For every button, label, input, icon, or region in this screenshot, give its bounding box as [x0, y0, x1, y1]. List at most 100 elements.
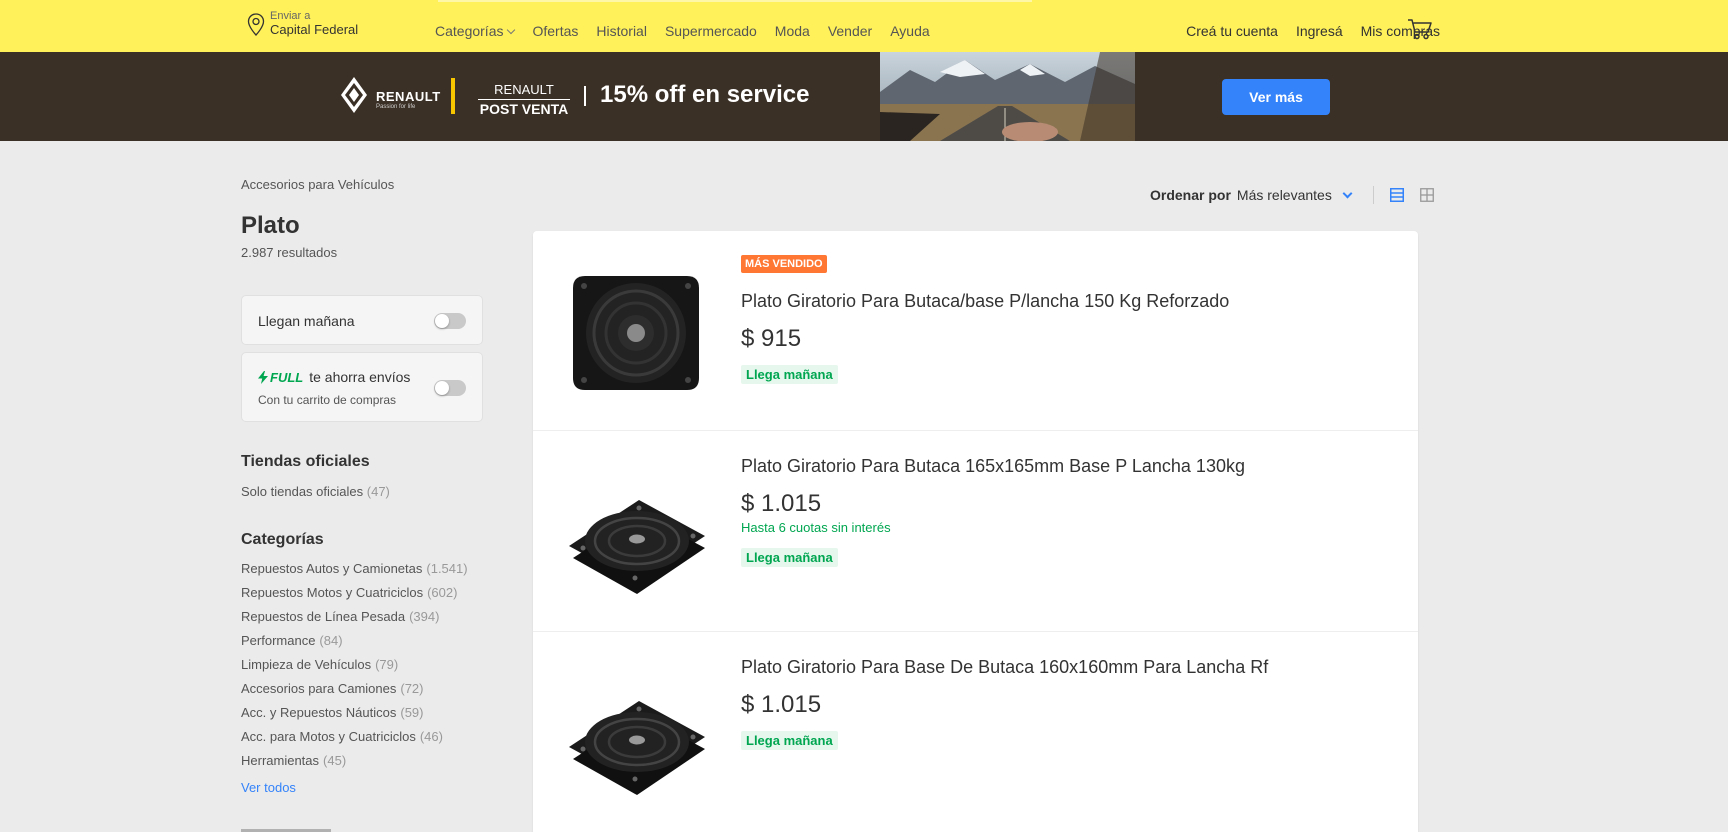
ver-mas-button[interactable]: Ver más: [1222, 79, 1330, 115]
login-link[interactable]: Ingresá: [1296, 23, 1343, 39]
nav-historial[interactable]: Historial: [596, 23, 647, 39]
toggle-knob: [435, 381, 449, 395]
full-subtext: Con tu carrito de compras: [258, 393, 397, 407]
nav-categorias-label: Categorías: [435, 23, 504, 39]
result-item[interactable]: Plato Giratorio Para Base De Butaca 160x…: [533, 632, 1418, 832]
product-image: [573, 276, 699, 390]
renault-logo: [341, 77, 367, 113]
ver-todos-link[interactable]: Ver todos: [241, 780, 296, 795]
category-label: Limpieza de Vehículos: [241, 657, 372, 672]
nav-ofertas[interactable]: Ofertas: [532, 23, 578, 39]
brand-divider: [451, 78, 455, 114]
shipping-badge: Llega mañana: [741, 731, 838, 750]
account-links: Creá tu cuenta Ingresá Mis compras: [1186, 23, 1440, 39]
breadcrumb[interactable]: Accesorios para Vehículos: [241, 177, 394, 192]
filter-full-label: FULL te ahorra envíos: [258, 369, 410, 385]
category-label: Acc. y Repuestos Náuticos: [241, 705, 397, 720]
installments-text: Hasta 6 cuotas sin interés: [741, 520, 891, 535]
main-nav: Categorías Ofertas Historial Supermercad…: [435, 23, 930, 39]
category-item[interactable]: Herramientas (45): [241, 753, 468, 777]
filter-llegan-label: Llegan mañana: [258, 313, 355, 329]
category-label: Repuestos de Línea Pesada: [241, 609, 406, 624]
category-item[interactable]: Limpieza de Vehículos (79): [241, 657, 468, 681]
category-item[interactable]: Repuestos de Línea Pesada (394): [241, 609, 468, 633]
product-image: [569, 701, 705, 795]
category-count: (394): [409, 609, 440, 624]
category-item[interactable]: Acc. y Repuestos Náuticos (59): [241, 705, 468, 729]
category-count: (602): [427, 585, 458, 600]
item-title[interactable]: Plato Giratorio Para Butaca 165x165mm Ba…: [741, 456, 1245, 477]
shipping-badge: Llega mañana: [741, 548, 838, 567]
filter-full: FULL te ahorra envíos Con tu carrito de …: [241, 352, 483, 422]
category-item[interactable]: Repuestos Motos y Cuatriciclos (602): [241, 585, 468, 609]
road-photo: [880, 52, 1135, 141]
top-header: Enviar a Capital Federal Categorías Ofer…: [0, 0, 1728, 52]
solo-tiendas-link[interactable]: Solo tiendas oficiales (47): [241, 484, 390, 499]
chevron-down-icon[interactable]: [1342, 188, 1353, 198]
category-label: Herramientas: [241, 753, 320, 768]
item-title[interactable]: Plato Giratorio Para Butaca/base P/lanch…: [741, 291, 1229, 312]
category-item[interactable]: Repuestos Autos y Camionetas (1.541): [241, 561, 468, 585]
sort-divider: [1372, 186, 1374, 204]
category-item[interactable]: Acc. para Motos y Cuatriciclos (46): [241, 729, 468, 753]
category-label: Performance: [241, 633, 316, 648]
llegan-manana-toggle[interactable]: [434, 313, 466, 329]
next-section-heading-cut: [241, 822, 331, 832]
grid-view-icon[interactable]: [1419, 188, 1434, 202]
nav-vender[interactable]: Vender: [828, 23, 872, 39]
item-title[interactable]: Plato Giratorio Para Base De Butaca 160x…: [741, 657, 1268, 678]
chevron-down-icon: [507, 25, 516, 35]
delivery-location[interactable]: Enviar a Capital Federal: [246, 10, 358, 38]
category-count: (59): [400, 705, 424, 720]
category-item[interactable]: Performance (84): [241, 633, 468, 657]
category-count: (45): [323, 753, 347, 768]
nav-moda[interactable]: Moda: [775, 23, 810, 39]
nav-supermercado[interactable]: Supermercado: [665, 23, 757, 39]
category-count: (1.541): [426, 561, 468, 576]
location-caption: Enviar a: [270, 10, 311, 22]
sort-label: Ordenar por: [1150, 187, 1231, 203]
header-highlight: [438, 0, 1032, 2]
solo-tiendas-count: (47): [366, 484, 390, 499]
categorias-heading: Categorías: [241, 531, 324, 548]
solo-tiendas-label: Solo tiendas oficiales: [241, 484, 364, 499]
sort-bar: Ordenar por Más relevantes: [1150, 186, 1434, 204]
result-item[interactable]: Plato Giratorio Para Butaca 165x165mm Ba…: [533, 431, 1418, 632]
postventa-top: RENAULT: [478, 82, 570, 100]
category-label: Repuestos Autos y Camionetas: [241, 561, 423, 576]
shipping-badge: Llega mañana: [741, 365, 838, 384]
list-view-icon[interactable]: [1389, 188, 1404, 202]
results-list: MÁS VENDIDO Plato Giratorio Para Butaca/…: [533, 231, 1418, 832]
best-seller-badge: MÁS VENDIDO: [741, 255, 827, 273]
item-price: $ 915: [741, 325, 802, 352]
category-count: (79): [375, 657, 399, 672]
full-brand-text: FULL: [270, 369, 304, 385]
promo-banner[interactable]: RENAULT Passion for life RENAULT POST VE…: [0, 52, 1728, 141]
pin-icon: [247, 13, 265, 36]
sort-select[interactable]: Más relevantes: [1237, 187, 1332, 203]
results-count: 2.987 resultados: [241, 245, 338, 260]
cart-icon[interactable]: [1407, 17, 1433, 41]
category-label: Repuestos Motos y Cuatriciclos: [241, 585, 424, 600]
offer-divider: [584, 86, 586, 106]
full-toggle[interactable]: [434, 380, 466, 396]
brand-name: RENAULT: [376, 89, 441, 104]
nav-categorias[interactable]: Categorías: [435, 23, 516, 39]
item-price: $ 1.015: [741, 490, 822, 517]
page-title: Plato: [241, 212, 300, 239]
offer-text: 15% off en service: [600, 81, 810, 108]
full-text: te ahorra envíos: [309, 369, 411, 385]
toggle-knob: [435, 314, 449, 328]
product-image: [569, 500, 705, 594]
category-item[interactable]: Accesorios para Camiones (72): [241, 681, 468, 705]
category-count: (84): [319, 633, 343, 648]
brand-tagline: Passion for life: [376, 104, 416, 110]
result-item[interactable]: MÁS VENDIDO Plato Giratorio Para Butaca/…: [533, 231, 1418, 431]
create-account-link[interactable]: Creá tu cuenta: [1186, 23, 1278, 39]
category-label: Accesorios para Camiones: [241, 681, 397, 696]
nav-ayuda[interactable]: Ayuda: [890, 23, 929, 39]
tiendas-heading: Tiendas oficiales: [241, 453, 370, 470]
category-count: (72): [400, 681, 424, 696]
category-list: Repuestos Autos y Camionetas (1.541) Repu…: [241, 561, 468, 777]
full-badge: FULL: [258, 370, 303, 385]
